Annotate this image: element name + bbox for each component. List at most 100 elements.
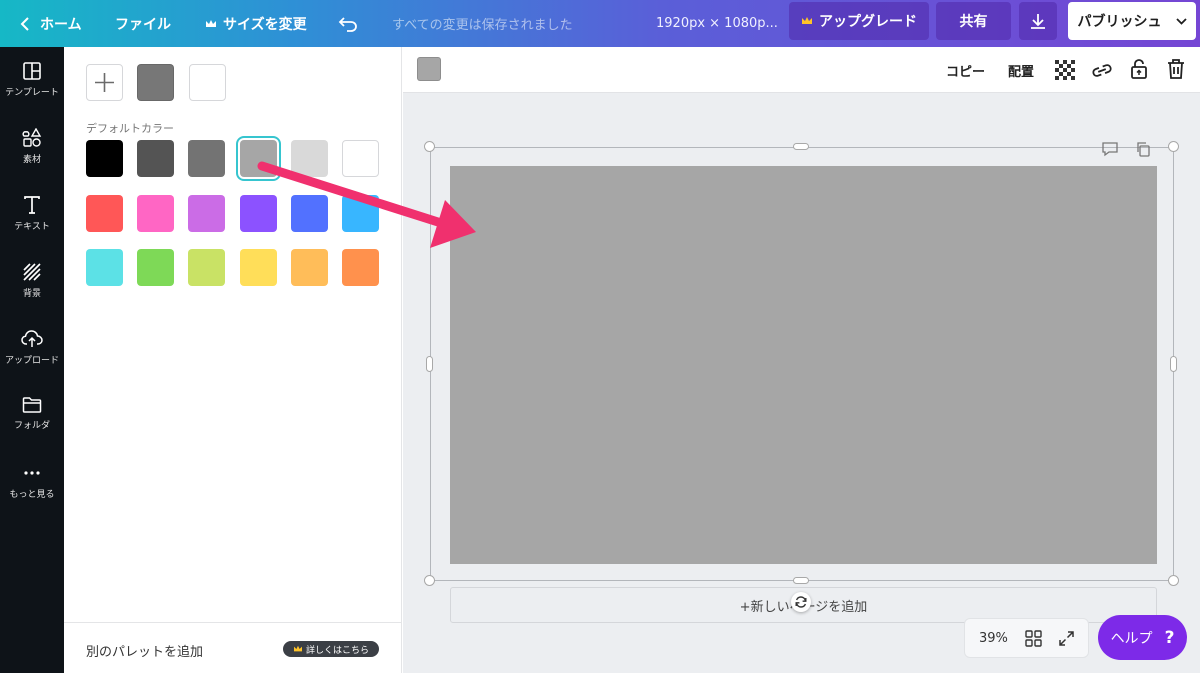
- color-swatch[interactable]: [86, 249, 123, 286]
- crown-icon: [293, 645, 302, 652]
- dimensions-text: 1920px × 1080p...: [656, 16, 778, 31]
- save-status: すべての変更は保存されました: [392, 0, 573, 47]
- divider: [64, 622, 401, 623]
- upgrade-label: アップグレード: [819, 14, 917, 30]
- download-icon: [1031, 14, 1045, 29]
- zoom-controls: 39%: [964, 618, 1089, 658]
- publish-button[interactable]: パブリッシュ: [1068, 2, 1196, 40]
- sidebar-item-label: もっと見る: [9, 490, 55, 500]
- file-label: ファイル: [115, 16, 171, 33]
- zoom-level[interactable]: 39%: [979, 631, 1008, 646]
- sidebar-item-label: 背景: [22, 289, 41, 299]
- home-button[interactable]: ホーム: [20, 0, 82, 47]
- undo-button[interactable]: [338, 0, 358, 47]
- sidebar-item-label: 素材: [22, 155, 41, 165]
- color-swatch[interactable]: [342, 249, 379, 286]
- rotate-icon: [795, 596, 807, 608]
- chevron-left-icon: [20, 16, 29, 31]
- help-label: ヘルプ: [1110, 630, 1153, 647]
- color-picker-button[interactable]: [417, 57, 441, 81]
- text-icon: [24, 196, 40, 214]
- add-palette-label: 別のパレットを追加: [86, 645, 204, 660]
- help-button[interactable]: ヘルプ ?: [1098, 615, 1187, 660]
- sidebar-item-upload[interactable]: アップロード: [0, 315, 64, 381]
- sidebar-item-more[interactable]: もっと見る: [0, 449, 64, 515]
- color-swatch[interactable]: [239, 249, 277, 286]
- background-icon: [23, 263, 41, 281]
- save-status-text: すべての変更は保存されました: [392, 18, 573, 33]
- sidebar-item-templates[interactable]: テンプレート: [0, 47, 64, 113]
- elements-icon: [22, 128, 42, 147]
- share-label: 共有: [959, 14, 988, 30]
- color-swatch[interactable]: [188, 140, 226, 177]
- crown-icon: [206, 19, 216, 27]
- link-icon[interactable]: [1091, 60, 1113, 80]
- color-swatch[interactable]: [290, 140, 328, 177]
- trash-icon[interactable]: [1167, 58, 1185, 80]
- duplicate-page-icon[interactable]: [1135, 141, 1151, 157]
- color-swatch[interactable]: [290, 249, 328, 286]
- color-swatch[interactable]: [137, 140, 175, 177]
- sidebar-item-text[interactable]: テキスト: [0, 181, 64, 247]
- sidebar-item-folder[interactable]: フォルダ: [0, 382, 64, 448]
- sidebar-item-label: アップロード: [4, 356, 59, 366]
- page-canvas[interactable]: [450, 166, 1157, 564]
- resize-handle[interactable]: [424, 575, 435, 586]
- question-icon: ?: [1164, 627, 1175, 648]
- resize-handle[interactable]: [793, 577, 809, 584]
- chevron-down-icon: [1175, 17, 1187, 25]
- color-swatch[interactable]: [137, 249, 175, 286]
- transparency-icon[interactable]: [1055, 60, 1075, 80]
- color-swatch[interactable]: [137, 194, 175, 232]
- details-badge[interactable]: 詳しくはこちら: [283, 641, 379, 657]
- sidebar: テンプレート 素材 テキスト 背景 アップロード フォルダ もっと見る: [0, 47, 64, 673]
- resize-button[interactable]: サイズを変更: [205, 0, 307, 47]
- grid-view-icon[interactable]: [1025, 630, 1042, 647]
- comment-icon[interactable]: [1101, 141, 1119, 157]
- color-swatch-selected[interactable]: [239, 140, 277, 177]
- element-toolbar: コピー 配置: [403, 47, 1200, 93]
- default-colors-title: デフォルトカラー: [86, 122, 174, 135]
- resize-handle[interactable]: [424, 141, 435, 152]
- upload-icon: [21, 330, 43, 347]
- resize-handle[interactable]: [1168, 575, 1179, 586]
- resize-label: サイズを変更: [223, 16, 307, 33]
- arrange-button[interactable]: 配置: [1008, 61, 1034, 80]
- document-color-swatch[interactable]: [189, 64, 226, 101]
- copy-button[interactable]: コピー: [946, 61, 985, 80]
- resize-handle[interactable]: [793, 143, 809, 150]
- share-button[interactable]: 共有: [936, 2, 1011, 40]
- dimensions[interactable]: 1920px × 1080p...: [656, 0, 778, 47]
- sidebar-item-label: フォルダ: [13, 421, 50, 431]
- sidebar-item-label: テンプレート: [5, 88, 59, 98]
- resize-handle[interactable]: [1170, 356, 1177, 372]
- sidebar-item-background[interactable]: 背景: [0, 248, 64, 314]
- folder-icon: [22, 397, 42, 413]
- resize-handle[interactable]: [426, 356, 433, 372]
- resize-handle[interactable]: [1168, 141, 1179, 152]
- unlock-icon[interactable]: [1130, 58, 1148, 80]
- color-swatch[interactable]: [188, 194, 226, 232]
- fullscreen-icon[interactable]: [1058, 630, 1075, 647]
- add-color-button[interactable]: [86, 64, 123, 101]
- color-swatch[interactable]: [188, 249, 226, 286]
- upgrade-button[interactable]: アップグレード: [789, 2, 929, 40]
- rotate-handle[interactable]: [791, 592, 811, 612]
- home-label: ホーム: [40, 16, 82, 33]
- color-swatch[interactable]: [342, 140, 379, 177]
- crown-icon: [802, 17, 812, 24]
- document-color-swatch[interactable]: [137, 64, 174, 101]
- color-swatch[interactable]: [342, 194, 379, 232]
- color-swatch[interactable]: [86, 140, 123, 177]
- template-icon: [23, 62, 41, 80]
- file-menu[interactable]: ファイル: [115, 0, 171, 47]
- color-swatch[interactable]: [239, 194, 277, 232]
- publish-label: パブリッシュ: [1077, 14, 1162, 30]
- download-button[interactable]: [1019, 2, 1057, 40]
- color-panel: デフォルトカラー 別のパレットを追加 詳しくはこちら: [64, 47, 402, 673]
- sidebar-item-elements[interactable]: 素材: [0, 114, 64, 180]
- more-icon: [24, 471, 40, 475]
- color-swatch[interactable]: [290, 194, 328, 232]
- undo-icon: [338, 16, 357, 32]
- color-swatch[interactable]: [86, 194, 123, 232]
